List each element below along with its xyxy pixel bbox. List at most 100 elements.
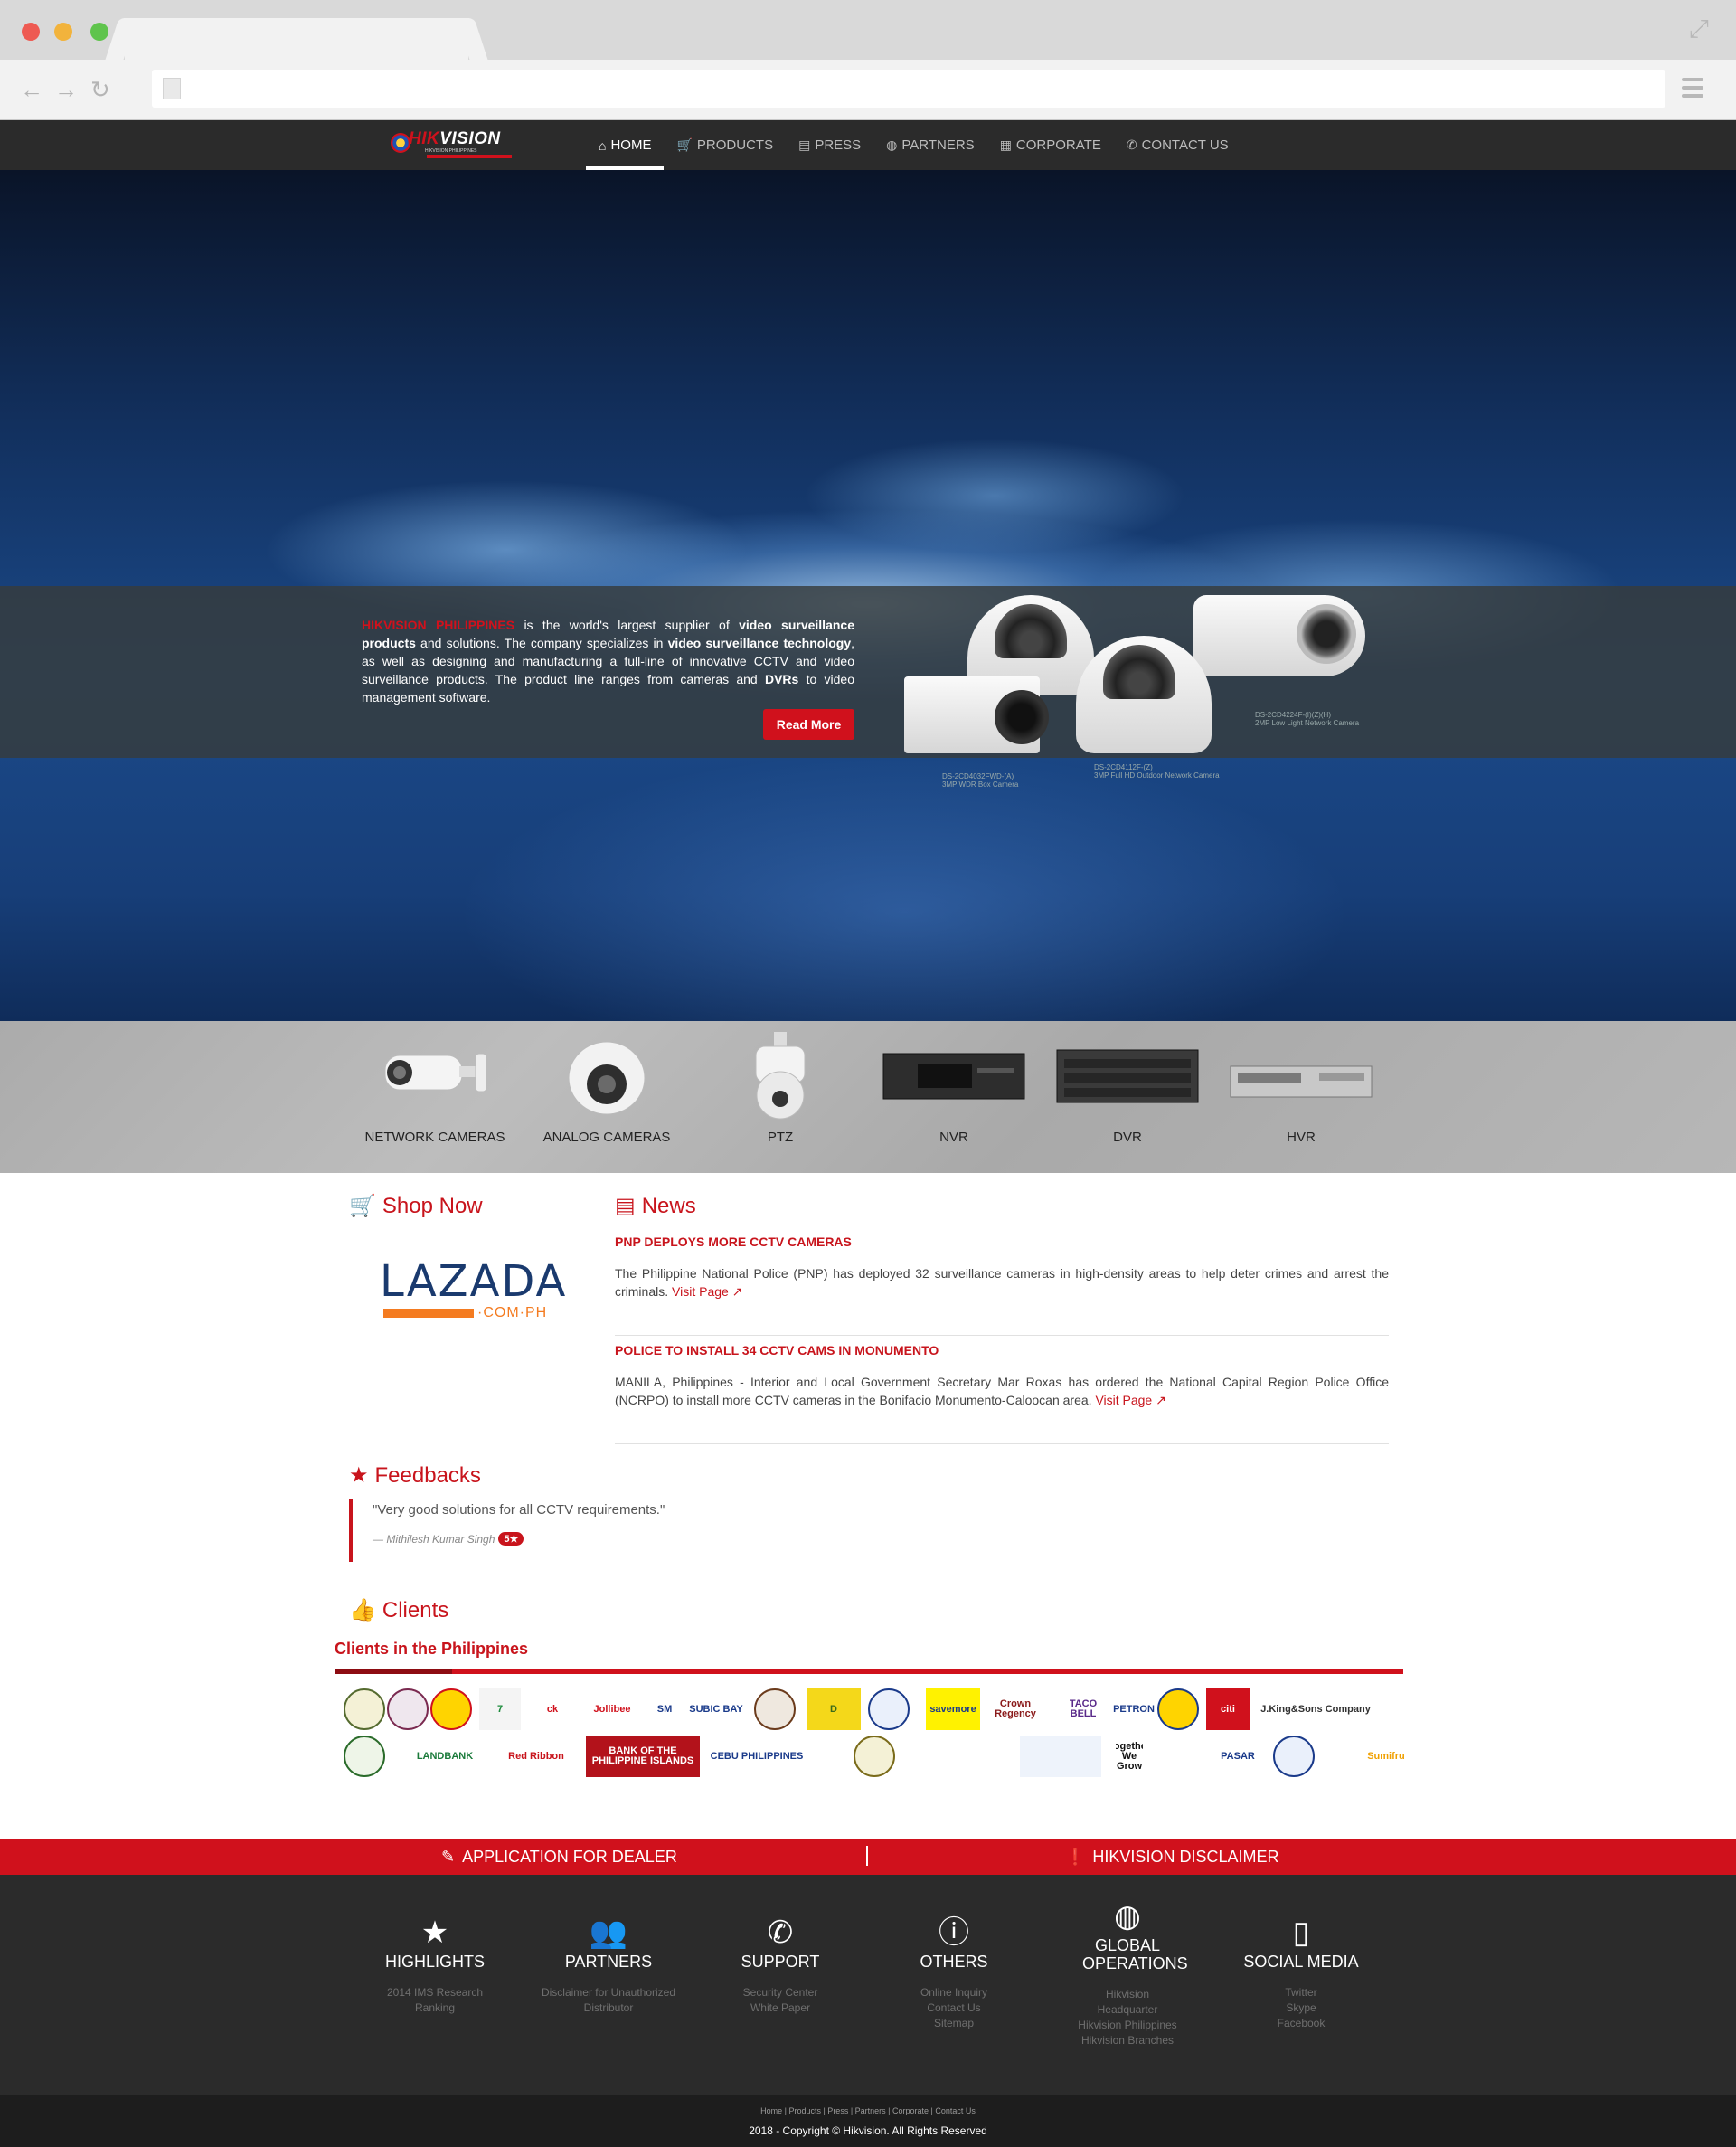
footer-link[interactable]: Twitter (1215, 1985, 1387, 2000)
footer-link[interactable]: Hikvision (1042, 1987, 1213, 2002)
camera-model-label: DS-2CD4032FWD-(A) (942, 772, 1014, 780)
client-logo: citi (1206, 1688, 1250, 1730)
footer-link[interactable]: Hikvision Philippines (1042, 2018, 1213, 2033)
product-nvr[interactable]: NVR (868, 1021, 1040, 1173)
visit-page-link[interactable]: Visit Page ↗ (1095, 1393, 1165, 1407)
nav-home[interactable]: ⌂ HOME (586, 120, 665, 170)
client-logo: savemore (926, 1688, 980, 1730)
feedback-text: "Very good solutions for all CCTV requir… (373, 1502, 665, 1518)
clients-divider (335, 1669, 1403, 1674)
footer-link[interactable]: White Paper (694, 2000, 866, 2016)
read-more-button[interactable]: Read More (763, 709, 854, 740)
reload-icon[interactable]: ↻ (90, 78, 110, 101)
clients-subtitle[interactable]: Clients in the Philippines (335, 1640, 528, 1659)
browser-tab[interactable] (125, 18, 468, 60)
address-bar[interactable] (152, 70, 1665, 108)
client-logo (344, 1736, 385, 1777)
star-icon: ★ (420, 1915, 449, 1950)
info-icon: ⓘ (939, 1915, 969, 1950)
product-network-cameras[interactable]: NETWORK CAMERAS (349, 1021, 521, 1173)
camera-model-label: DS-2CD4112F-(Z) (1094, 763, 1153, 771)
news-item: PNP DEPLOYS MORE CCTV CAMERAS The Philip… (615, 1234, 1389, 1336)
page-icon (163, 78, 181, 99)
hikvision-disclaimer-link[interactable]: ❗ HIKVISION DISCLAIMER (1065, 1839, 1278, 1875)
client-logo (430, 1688, 472, 1730)
bullet-camera-image (1194, 595, 1365, 676)
camera-model-desc: 3MP Full HD Outdoor Network Camera (1094, 771, 1220, 780)
site-footer: ★ HIGHLIGHTS 2014 IMS Research Ranking 👥 … (0, 1875, 1736, 2095)
logo-text: HIKVISION (409, 129, 501, 148)
nav-partners[interactable]: ◍ PARTNERS (873, 120, 987, 170)
application-for-dealer-link[interactable]: ✎ APPLICATION FOR DEALER (441, 1839, 677, 1875)
maximize-window-dot[interactable] (90, 23, 108, 41)
dvr-device-icon (1056, 1049, 1199, 1103)
client-logo: Together We Grow (1116, 1736, 1143, 1777)
news-heading: ▤ News (615, 1193, 696, 1219)
footer-link[interactable]: Ranking (349, 2000, 521, 2016)
client-logo (1146, 1736, 1210, 1777)
footer-link[interactable]: Sitemap (868, 2016, 1040, 2031)
hero-description: HIKVISION PHILIPPINES is the world's lar… (362, 618, 855, 705)
footer-link[interactable]: Disclaimer for Unauthorized (523, 1985, 694, 2000)
footer-link[interactable]: Contact Us (868, 2000, 1040, 2016)
footer-global-operations: ◍ GLOBAL OPERATIONS Hikvision Headquarter… (1042, 1898, 1213, 2048)
rating-badge: 5★ (498, 1532, 524, 1546)
social-icon: ▯ (1292, 1915, 1310, 1950)
product-ptz[interactable]: PTZ (694, 1021, 866, 1173)
client-logo (754, 1688, 796, 1730)
lazada-logo[interactable]: LAZADA ·COM·PH (380, 1256, 565, 1320)
client-logo: Sumifru (1336, 1736, 1436, 1777)
footer-support: ✆ SUPPORT Security Center White Paper (694, 1915, 866, 2016)
minimize-window-dot[interactable] (54, 23, 72, 41)
product-dvr[interactable]: DVR (1042, 1021, 1213, 1173)
briefcase-icon: ▦ (999, 137, 1012, 152)
close-window-dot[interactable] (22, 23, 40, 41)
footer-link[interactable]: Facebook (1215, 2016, 1387, 2031)
nav-products[interactable]: 🛒 PRODUCTS (664, 120, 786, 170)
footer-link[interactable]: 2014 IMS Research (349, 1985, 521, 2000)
browser-menu-icon[interactable] (1682, 78, 1703, 98)
phone-icon: ✆ (767, 1915, 794, 1950)
news-headline[interactable]: POLICE TO INSTALL 34 CCTV CAMS IN MONUME… (615, 1343, 1389, 1357)
fullscreen-icon[interactable]: ⤢ (1689, 14, 1709, 44)
footer-link[interactable]: Headquarter (1042, 2002, 1213, 2018)
client-logo: LANDBANK (409, 1736, 481, 1777)
nav-press[interactable]: ▤ PRESS (786, 120, 873, 170)
client-logo (387, 1688, 429, 1730)
home-icon: ⌂ (599, 137, 607, 153)
footer-partners: 👥 PARTNERS Disclaimer for Unauthorized Di… (523, 1915, 694, 2016)
cart-icon: 🛒 (349, 1194, 376, 1218)
footer-link[interactable]: Hikvision Branches (1042, 2033, 1213, 2048)
news-item: POLICE TO INSTALL 34 CCTV CAMS IN MONUME… (615, 1343, 1389, 1444)
back-arrow-icon[interactable]: ← (20, 78, 43, 101)
client-logo: D (807, 1688, 861, 1730)
browser-chrome: ⤢ ← → ↻ (0, 0, 1736, 120)
visit-page-link[interactable]: Visit Page ↗ (672, 1284, 742, 1299)
news-headline[interactable]: PNP DEPLOYS MORE CCTV CAMERAS (615, 1234, 1389, 1249)
footer-bottom-links[interactable]: Home | Products | Press | Partners | Cor… (0, 2106, 1736, 2115)
nvr-device-icon (882, 1053, 1025, 1100)
product-categories: NETWORK CAMERAS ANALOG CAMERAS PTZ NVR D… (0, 1021, 1736, 1173)
newspaper-icon: ▤ (798, 137, 811, 152)
footer-link[interactable]: Skype (1215, 2000, 1387, 2016)
forward-arrow-icon[interactable]: → (54, 78, 78, 101)
footer-link[interactable]: Online Inquiry (868, 1985, 1040, 2000)
feedbacks-heading: ★ Feedbacks (349, 1462, 481, 1489)
client-logo (1273, 1736, 1315, 1777)
client-logo: PASAR (1217, 1736, 1259, 1777)
hvr-device-icon (1230, 1065, 1373, 1098)
camera-model-desc: 2MP Low Light Network Camera (1255, 719, 1360, 727)
product-hvr[interactable]: HVR (1215, 1021, 1387, 1173)
footer-link[interactable]: Security Center (694, 1985, 866, 2000)
hikvision-logo[interactable]: HIKVISION HIKVISION PHILIPPINES (391, 129, 512, 160)
camera-model-desc: 3MP WDR Box Camera (942, 780, 1019, 789)
product-analog-cameras[interactable]: ANALOG CAMERAS (521, 1021, 693, 1173)
client-logo: 7 (479, 1688, 521, 1730)
client-logo (915, 1736, 1005, 1777)
nav-contact-us[interactable]: ✆ CONTACT US (1114, 120, 1241, 170)
client-logo: SUBIC BAY (689, 1688, 743, 1730)
footer-link[interactable]: Distributor (523, 2000, 694, 2016)
nav-corporate[interactable]: ▦ CORPORATE (987, 120, 1114, 170)
logo-subtext: HIKVISION PHILIPPINES (425, 148, 477, 154)
cta-bar: ✎ APPLICATION FOR DEALER ❗ HIKVISION DISCL… (0, 1839, 1736, 1875)
